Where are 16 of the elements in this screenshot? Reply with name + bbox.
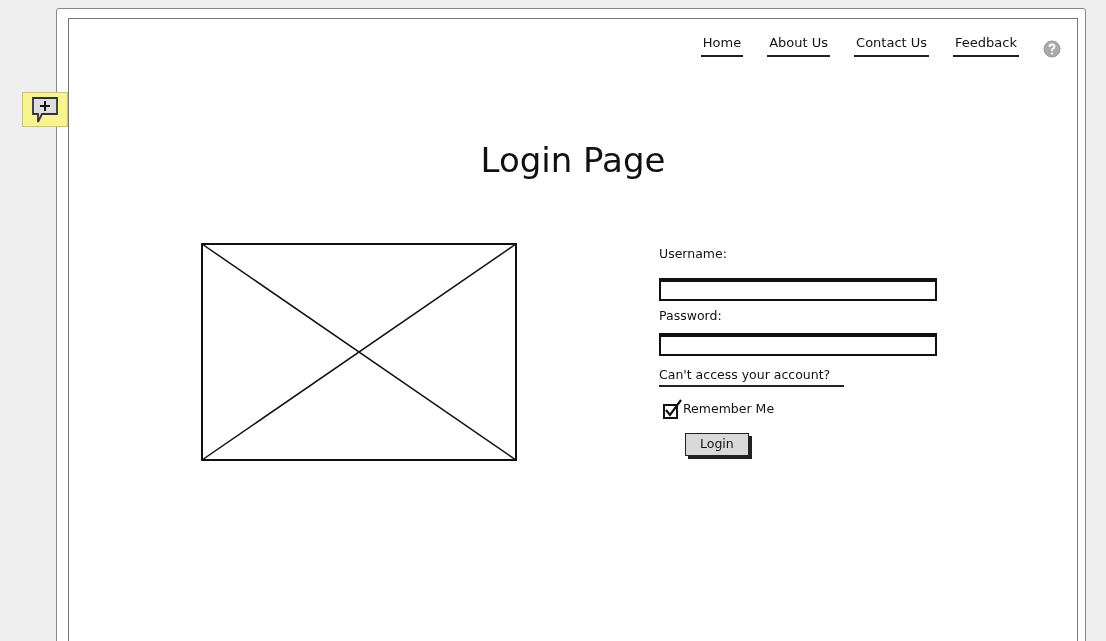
nav-link[interactable]: Contact Us [854,33,930,57]
nav-link[interactable]: Feedback [953,33,1019,57]
input-field[interactable] [659,333,937,357]
page-title: Login Page [480,140,666,181]
input-field[interactable] [659,277,937,301]
account-help-link[interactable]: Can't access your account? [659,366,845,388]
help-icon[interactable] [1043,40,1061,58]
comment-button[interactable] [22,92,68,127]
checkbox-label: Remember Me [683,400,775,419]
field-label: Username: [659,244,727,263]
login-button[interactable]: Login [685,433,749,456]
field-label: Password: [659,306,722,325]
nav-link[interactable]: About Us [767,33,831,57]
checkbox[interactable] [663,399,683,420]
nav-link[interactable]: Home [700,33,744,57]
speech-bubble-icon [30,95,60,124]
